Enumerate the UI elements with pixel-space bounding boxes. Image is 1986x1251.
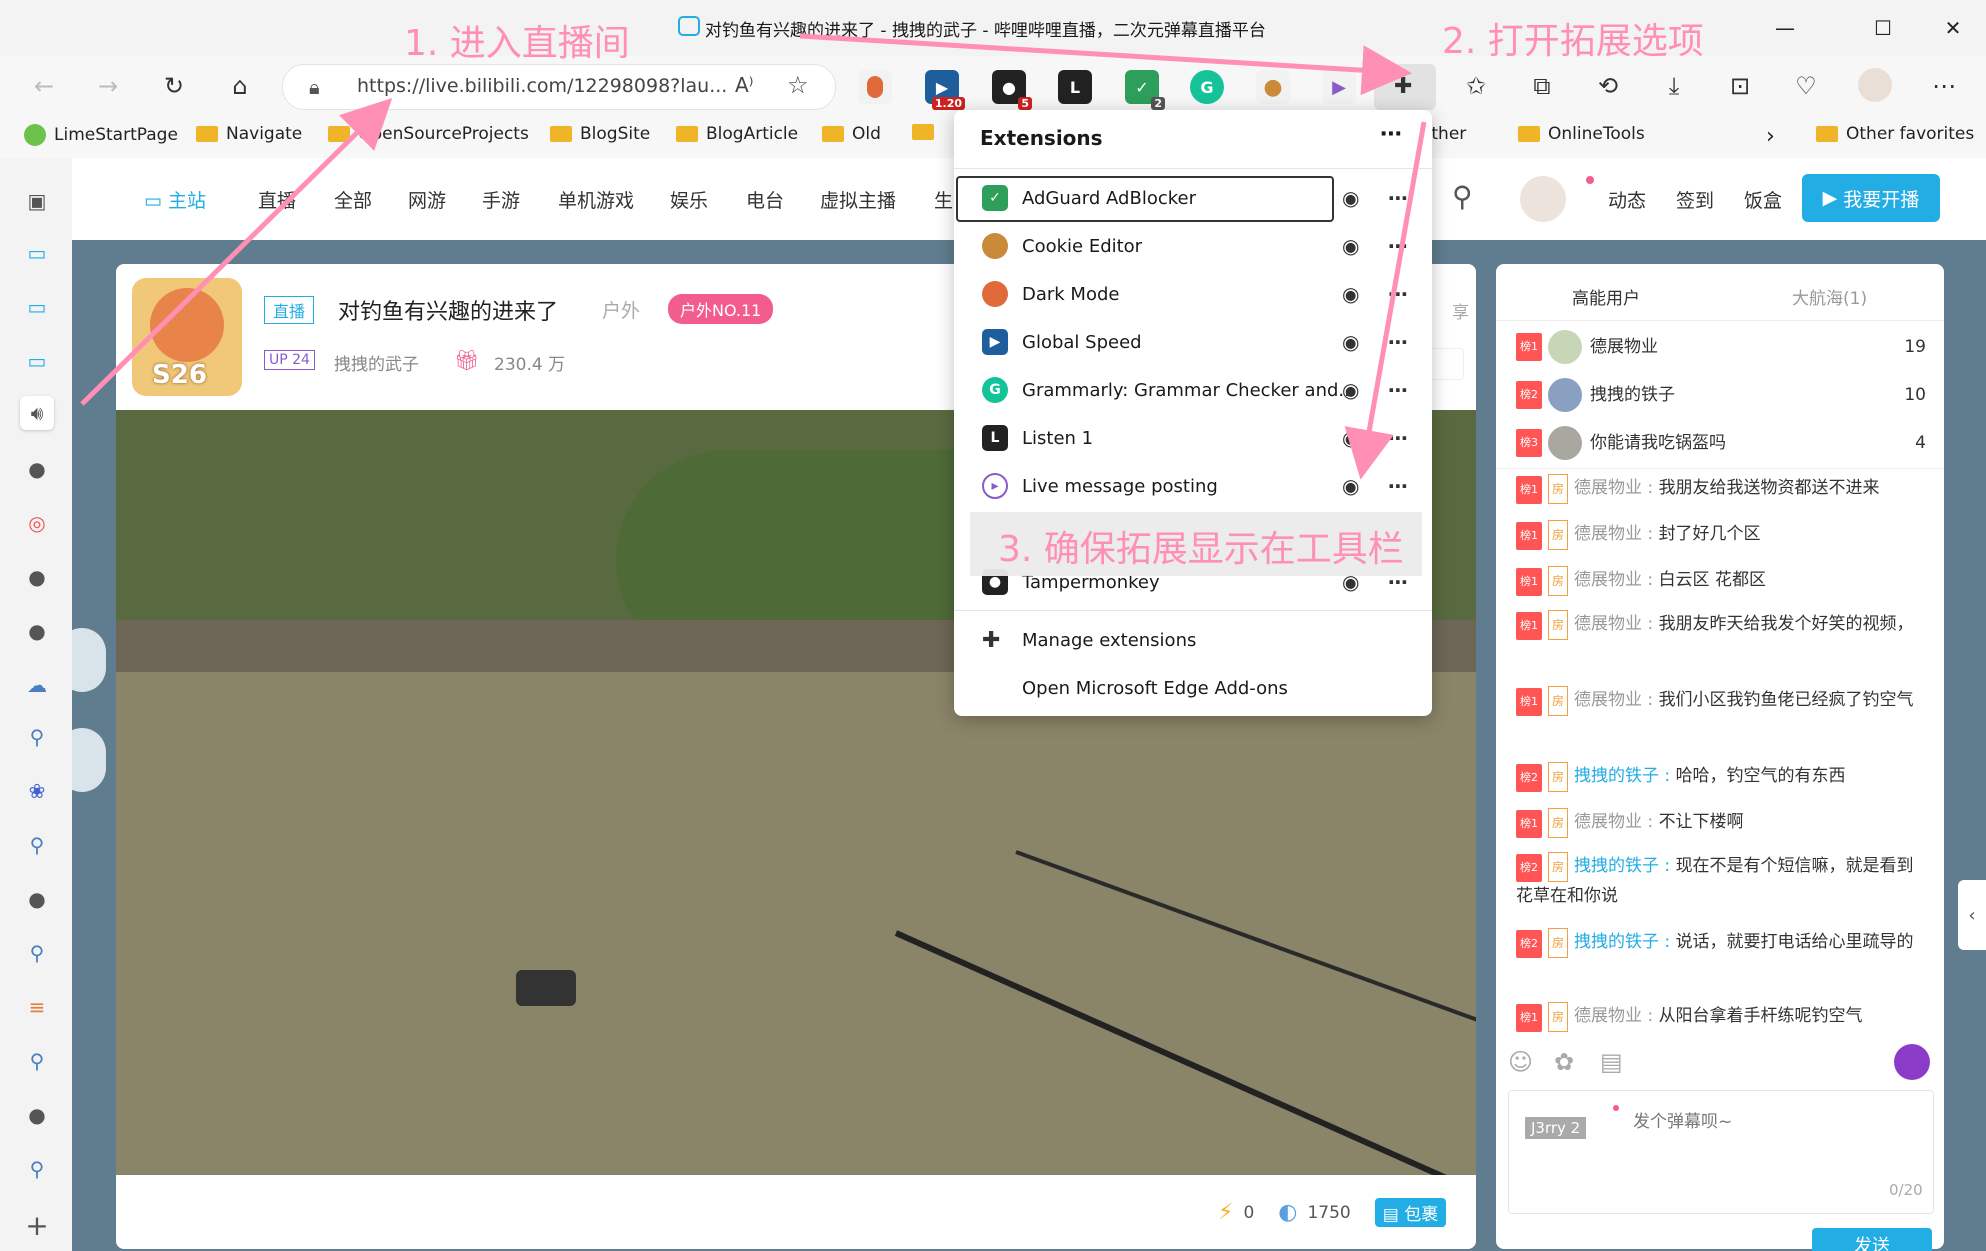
- arrow-to-extensions-button: [799, 33, 1412, 96]
- arrow-to-eye-icon: [1344, 121, 1427, 480]
- annotation-arrows: [80, 33, 1427, 480]
- arrow-to-address-bar: [80, 97, 393, 406]
